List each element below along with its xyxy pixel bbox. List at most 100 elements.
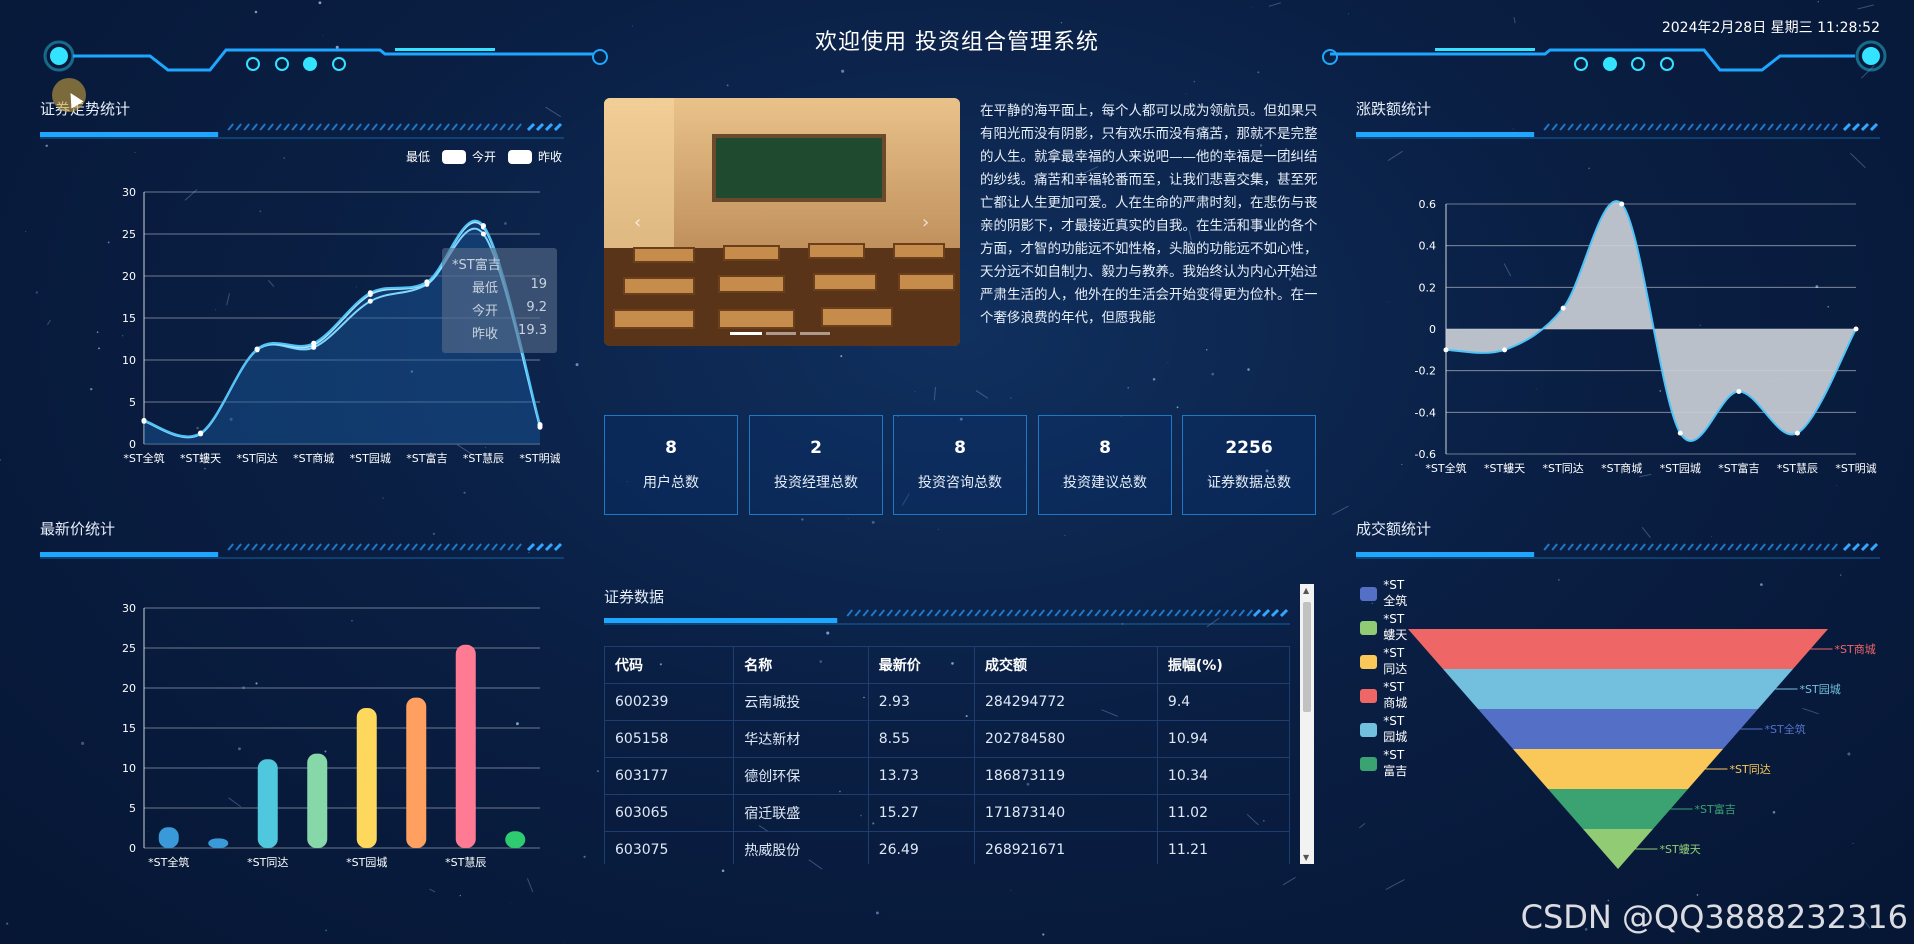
stat-card-securities[interactable]: 2256 证券数据总数 xyxy=(1182,415,1316,515)
hatch xyxy=(1842,122,1852,132)
column-header[interactable]: 最新价 xyxy=(867,646,976,684)
funnel-label: *ST同达 xyxy=(1730,763,1771,776)
hatch xyxy=(870,609,878,617)
carousel-image[interactable]: ‹ › xyxy=(604,98,960,346)
securities-table-viewport[interactable]: 代码 名称 最新价 成交额 振幅(%) 600239 云南城投 2.93 284294… xyxy=(604,646,1290,864)
x-tick-label: *ST全筑 xyxy=(1425,461,1466,475)
funnel-segment xyxy=(1513,749,1723,789)
page-title: 欢迎使用 投资组合管理系统 xyxy=(815,30,1099,55)
cell: 德创环保 xyxy=(733,757,869,795)
table-row[interactable]: 603065 宿迁联盛 15.27 171873140 11.02 xyxy=(604,794,1290,832)
star xyxy=(96,331,99,333)
hatch xyxy=(1695,123,1702,131)
hatch xyxy=(347,543,354,551)
hatch xyxy=(998,609,1006,617)
hatch xyxy=(307,543,314,551)
legend-item-prevclose[interactable]: 昨收 xyxy=(538,148,562,165)
data-point xyxy=(480,223,486,229)
legend-label: *ST全筑 xyxy=(1383,578,1408,608)
hatch xyxy=(1687,543,1694,551)
hatch xyxy=(1735,123,1742,131)
hatch xyxy=(974,609,982,617)
star xyxy=(1042,933,1045,936)
column-header[interactable]: 振幅(%) xyxy=(1156,646,1290,684)
legend-swatch xyxy=(1360,620,1378,635)
star xyxy=(459,894,461,897)
change-area-chart[interactable]: -0.6 -0.4 -0.2 0 0.2 0.4 0.6 *ST全筑 *ST螻天 *ST同达 *ST… xyxy=(1400,190,1880,480)
hatch xyxy=(1150,609,1158,617)
column-header[interactable]: 名称 xyxy=(733,646,869,684)
star xyxy=(1193,80,1196,83)
x-tick-label: *ST同达 xyxy=(1543,462,1584,475)
hatch xyxy=(1703,543,1710,551)
stat-value: 8 xyxy=(954,438,966,458)
stat-card-managers[interactable]: 2 投资经理总数 xyxy=(749,415,883,515)
hatch xyxy=(1094,609,1102,617)
star xyxy=(1817,1,1819,3)
funnel-legend-item[interactable]: *ST全筑 xyxy=(1360,578,1413,609)
funnel-label: *ST富吉 xyxy=(1695,802,1736,816)
tooltip-value: 9.2 xyxy=(526,300,547,315)
hatch xyxy=(395,543,402,551)
x-tick-label: *ST螻天 xyxy=(1484,461,1525,475)
underline-bar xyxy=(40,552,219,557)
table-row[interactable]: 600239 云南城投 2.93 284294772 9.4 xyxy=(604,683,1290,721)
star xyxy=(1185,93,1187,95)
hatch xyxy=(1198,609,1206,617)
legend-item-low[interactable]: 最低 xyxy=(406,148,430,165)
hatch xyxy=(1615,123,1622,131)
hatch xyxy=(1727,543,1734,551)
cell: 13.73 xyxy=(867,757,976,795)
table-scrollbar[interactable]: ▲ ▼ xyxy=(1300,584,1314,864)
star-trail xyxy=(1268,2,1281,7)
stat-card-users[interactable]: 8 用户总数 xyxy=(604,415,738,515)
hatch xyxy=(1647,543,1654,551)
hatch xyxy=(1022,609,1030,617)
cell: 605158 xyxy=(604,720,735,758)
hatch xyxy=(1174,609,1182,617)
table-row[interactable]: 605158 华达新材 8.55 202784580 10.94 xyxy=(604,720,1290,758)
legend-swatch xyxy=(1360,756,1378,771)
scroll-down-arrow-icon[interactable]: ▼ xyxy=(1303,853,1309,862)
stat-card-consulting[interactable]: 8 投资咨询总数 xyxy=(893,415,1027,515)
hatch xyxy=(1719,123,1726,131)
svg-text:›: › xyxy=(922,212,929,233)
star xyxy=(134,152,136,153)
hatch xyxy=(1823,123,1830,131)
hatch xyxy=(1252,608,1262,618)
hatch xyxy=(499,543,506,551)
star xyxy=(25,231,27,233)
volume-funnel-chart[interactable]: *ST商城 *ST园城 *ST全筑 *ST同达 *ST富吉 *ST螻天 xyxy=(1400,620,1914,870)
hatch xyxy=(307,123,314,131)
star-trail xyxy=(1332,505,1349,515)
y-tick-label: 25 xyxy=(122,642,136,655)
data-point xyxy=(254,346,260,352)
bar xyxy=(455,644,476,848)
star xyxy=(1557,578,1560,581)
legend-swatch xyxy=(1360,586,1378,601)
hatch xyxy=(1261,608,1271,618)
hatch xyxy=(1038,609,1046,617)
hatch xyxy=(1679,543,1686,551)
hatch xyxy=(267,123,274,131)
latest-title-underline xyxy=(40,542,564,559)
latest-price-bar-chart[interactable]: 0 5 10 15 20 25 30 *ST全筑 *ST同达 *ST园城 *ST慧辰 xyxy=(100,596,560,876)
table-row[interactable]: 603177 德创环保 13.73 186873119 10.34 xyxy=(604,757,1290,795)
scrollbar-thumb[interactable] xyxy=(1303,602,1311,712)
star xyxy=(1588,167,1590,170)
hatch xyxy=(1575,123,1582,131)
legend-item-open[interactable]: 今开 xyxy=(472,148,496,165)
y-tick-label: 10 xyxy=(122,354,136,367)
hatch xyxy=(886,609,894,617)
data-point xyxy=(480,231,486,237)
hatch xyxy=(1655,123,1662,131)
hatch xyxy=(1711,123,1718,131)
hatch xyxy=(243,123,250,131)
stat-value: 8 xyxy=(1099,438,1111,458)
y-tick-label: 0 xyxy=(129,438,136,451)
stat-card-advice[interactable]: 8 投资建议总数 xyxy=(1038,415,1172,515)
column-header[interactable]: 代码 xyxy=(604,646,735,684)
column-header[interactable]: 成交额 xyxy=(974,646,1158,684)
scroll-up-arrow-icon[interactable]: ▲ xyxy=(1303,586,1309,595)
table-row[interactable]: 603075 热威股份 26.49 268921671 11.21 xyxy=(604,831,1290,864)
